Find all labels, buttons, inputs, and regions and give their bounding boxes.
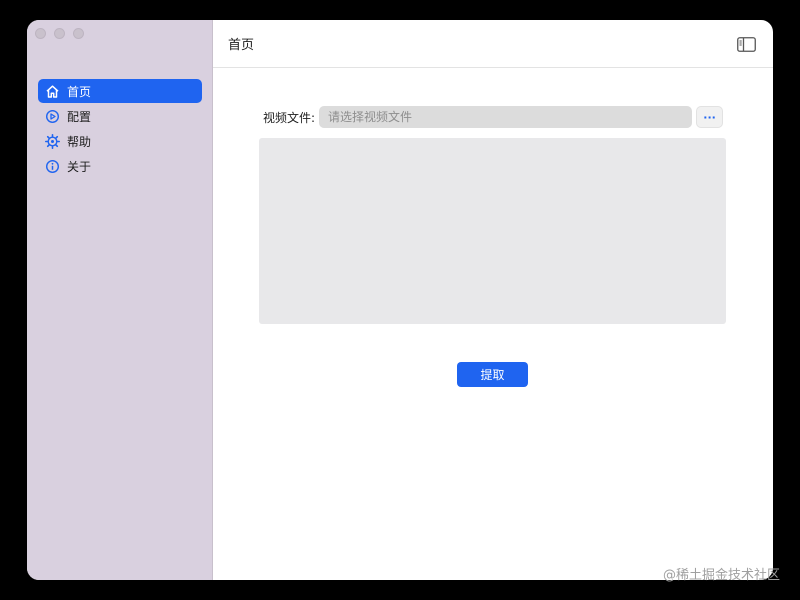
- sidebar-toggle-icon[interactable]: [737, 37, 756, 52]
- sidebar-item-label: 首页: [67, 84, 92, 99]
- sidebar-item-help[interactable]: 帮助: [38, 129, 202, 153]
- video-file-input[interactable]: [319, 106, 693, 128]
- sidebar-item-config[interactable]: 配置: [38, 104, 202, 128]
- sidebar-item-about[interactable]: 关于: [38, 154, 202, 178]
- close-window-button[interactable]: [35, 28, 46, 39]
- app-window: 首页 配置 帮助 关于 首页 视频文件: 请选择视频文件 ··· 提取: [27, 20, 773, 580]
- sidebar-item-home[interactable]: 首页: [38, 79, 202, 103]
- video-file-label: 视频文件:: [263, 110, 316, 125]
- watermark: @稀土掘金技术社区: [662, 568, 780, 583]
- toolbar: 首页: [213, 20, 773, 68]
- window-controls: [35, 28, 84, 39]
- zoom-window-button[interactable]: [73, 28, 84, 39]
- minimize-window-button[interactable]: [54, 28, 65, 39]
- sidebar-item-label: 关于: [67, 159, 92, 174]
- extract-button[interactable]: 提取: [457, 362, 528, 387]
- sidebar: 首页 配置 帮助 关于: [27, 20, 213, 580]
- video-file-row: 视频文件: ···: [263, 106, 724, 128]
- output-text-area[interactable]: [259, 138, 726, 324]
- page-title: 首页: [228, 38, 255, 53]
- sidebar-item-label: 配置: [67, 109, 92, 124]
- sidebar-item-label: 帮助: [67, 134, 92, 149]
- main-content: 首页 视频文件: ··· 提取: [213, 20, 773, 580]
- settings-icon: [45, 109, 60, 124]
- browse-file-button[interactable]: ···: [696, 106, 724, 128]
- info-icon: [45, 159, 60, 174]
- help-gear-icon: [45, 133, 60, 149]
- home-icon: [45, 84, 60, 99]
- sidebar-nav: 首页 配置 帮助 关于: [38, 79, 202, 179]
